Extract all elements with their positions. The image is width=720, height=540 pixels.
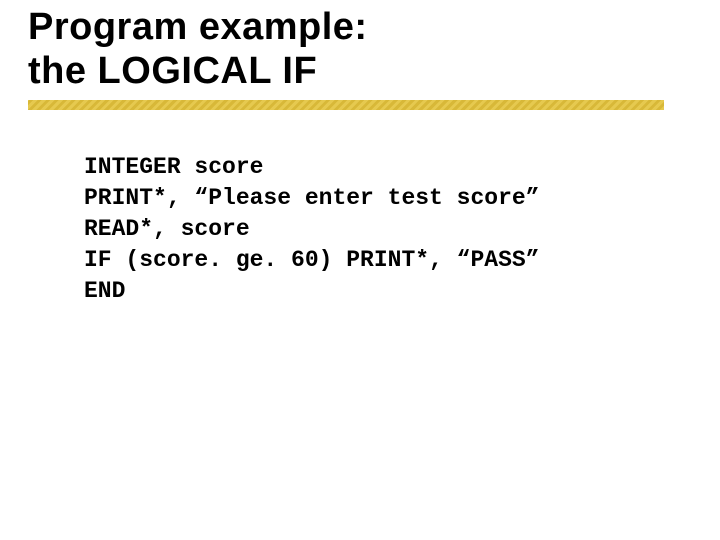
code-line: PRINT*, “Please enter test score” — [84, 183, 684, 214]
code-line: IF (score. ge. 60) PRINT*, “PASS” — [84, 245, 684, 276]
code-line: INTEGER score — [84, 152, 684, 183]
slide-title: Program example: the LOGICAL IF — [28, 6, 668, 93]
slide: Program example: the LOGICAL IF INTEGER … — [0, 0, 720, 540]
code-block: INTEGER score PRINT*, “Please enter test… — [84, 152, 684, 307]
code-line: READ*, score — [84, 214, 684, 245]
title-underline — [28, 100, 664, 110]
title-block: Program example: the LOGICAL IF — [28, 6, 668, 93]
code-line: END — [84, 276, 684, 307]
